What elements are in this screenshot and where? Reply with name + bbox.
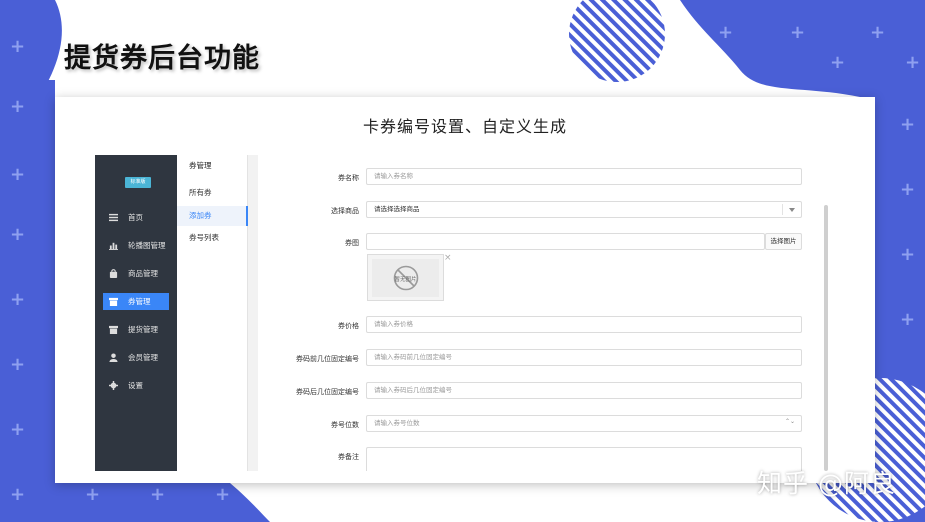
screenshot-card: 卡券编号设置、自定义生成 标准版 首页 轮播图管理 商品管理 券管理 提货管理 … bbox=[55, 97, 875, 483]
sidebar-item-pickup[interactable]: 提货管理 bbox=[103, 321, 169, 338]
svg-text:+: + bbox=[905, 52, 920, 73]
form-scrollbar[interactable] bbox=[824, 205, 828, 471]
sidebar-item-label: 设置 bbox=[128, 381, 143, 390]
image-placeholder: 暂无图片 bbox=[372, 259, 439, 297]
svg-text:+: + bbox=[10, 96, 25, 117]
chart-icon bbox=[109, 242, 118, 250]
product-select-label: 选择商品 bbox=[331, 207, 359, 215]
code-suffix-label: 券码后几位固定编号 bbox=[296, 388, 359, 396]
svg-text:+: + bbox=[10, 419, 25, 440]
svg-text:+: + bbox=[10, 36, 25, 57]
svg-text:+: + bbox=[10, 289, 25, 310]
coupon-image-label: 券图 bbox=[345, 239, 359, 247]
svg-text:+: + bbox=[900, 244, 915, 265]
svg-text:+: + bbox=[900, 179, 915, 200]
subnav-item-add-coupon[interactable]: 添加券 bbox=[177, 206, 248, 226]
subnav-title: 券管理 bbox=[189, 161, 212, 170]
svg-text:+: + bbox=[830, 52, 845, 73]
sidebar-item-members[interactable]: 会员管理 bbox=[103, 349, 169, 366]
admin-app: 标准版 首页 轮播图管理 商品管理 券管理 提货管理 会员管理 设置 券管理 所… bbox=[95, 155, 830, 471]
svg-text:+: + bbox=[790, 22, 805, 43]
coupon-remark-textarea[interactable] bbox=[366, 447, 802, 471]
code-prefix-label: 券码前几位固定编号 bbox=[296, 355, 359, 363]
select-separator bbox=[782, 204, 783, 215]
product-select[interactable]: 请选择选择商品 bbox=[366, 201, 802, 218]
coupon-name-input[interactable]: 请输入券名称 bbox=[366, 168, 802, 185]
gear-icon bbox=[109, 381, 118, 390]
sidebar-item-label: 首页 bbox=[128, 213, 143, 222]
subnav-item-coupon-codes[interactable]: 券号列表 bbox=[177, 228, 248, 248]
user-icon bbox=[109, 353, 118, 362]
number-stepper-icon[interactable]: ⌃⌄ bbox=[785, 419, 795, 425]
svg-text:+: + bbox=[900, 309, 915, 330]
no-image-text: 暂无图片 bbox=[394, 277, 417, 283]
code-suffix-input[interactable]: 请输入券码后几位固定编号 bbox=[366, 382, 802, 399]
sidebar-item-coupons[interactable]: 券管理 bbox=[103, 293, 169, 310]
sidebar-item-label: 轮播图管理 bbox=[128, 241, 166, 250]
content-gutter bbox=[248, 155, 258, 471]
bag-icon bbox=[109, 269, 118, 278]
svg-text:+: + bbox=[215, 484, 230, 505]
coupon-price-label: 券价格 bbox=[338, 322, 359, 330]
close-icon[interactable]: × bbox=[444, 254, 452, 263]
subnav-item-all-coupons[interactable]: 所有券 bbox=[177, 183, 248, 203]
svg-text:+: + bbox=[150, 484, 165, 505]
sidebar-item-label: 券管理 bbox=[128, 297, 151, 306]
coupon-name-label: 券名称 bbox=[338, 174, 359, 182]
add-coupon-form: 券名称 请输入券名称 选择商品 请选择选择商品 券图 选择图片 暂无图片 × 券… bbox=[258, 155, 830, 471]
image-preview: 暂无图片 bbox=[367, 254, 444, 301]
sidebar-item-label: 提货管理 bbox=[128, 325, 158, 334]
code-digits-input[interactable]: 请输入券号位数 ⌃⌄ bbox=[366, 415, 802, 432]
card-title: 卡券编号设置、自定义生成 bbox=[362, 117, 567, 136]
svg-text:+: + bbox=[900, 114, 915, 135]
code-digits-label: 券号位数 bbox=[331, 421, 359, 429]
svg-text:+: + bbox=[85, 484, 100, 505]
slide-title: 提货券后台功能 bbox=[64, 43, 260, 74]
box-icon bbox=[109, 325, 118, 334]
box-icon bbox=[109, 297, 118, 306]
sidebar-item-label: 商品管理 bbox=[128, 269, 158, 278]
watermark-text: 知乎 @阿良 bbox=[757, 469, 896, 498]
coupon-image-path-input[interactable] bbox=[366, 233, 765, 250]
sidebar-item-products[interactable]: 商品管理 bbox=[103, 265, 169, 282]
product-select-value: 请选择选择商品 bbox=[374, 205, 420, 213]
sidebar-item-home[interactable]: 首页 bbox=[103, 209, 169, 226]
code-prefix-input[interactable]: 请输入券码前几位固定编号 bbox=[366, 349, 802, 366]
sidebar-item-label: 会员管理 bbox=[128, 353, 158, 362]
svg-text:+: + bbox=[870, 22, 885, 43]
coupon-remark-label: 券备注 bbox=[338, 453, 359, 461]
svg-text:+: + bbox=[10, 164, 25, 185]
svg-text:+: + bbox=[718, 22, 733, 43]
svg-text:+: + bbox=[10, 484, 25, 505]
choose-image-button[interactable]: 选择图片 bbox=[765, 233, 802, 250]
sub-navigation: 券管理 所有券 添加券 券号列表 bbox=[177, 155, 248, 471]
edition-badge: 标准版 bbox=[125, 177, 151, 188]
svg-text:+: + bbox=[10, 354, 25, 375]
code-digits-placeholder: 请输入券号位数 bbox=[374, 419, 420, 427]
sidebar-item-settings[interactable]: 设置 bbox=[103, 377, 169, 394]
chevron-down-icon bbox=[789, 208, 795, 212]
svg-text:+: + bbox=[10, 224, 25, 245]
list-icon bbox=[109, 213, 118, 222]
coupon-price-input[interactable]: 请输入券价格 bbox=[366, 316, 802, 333]
sidebar: 标准版 首页 轮播图管理 商品管理 券管理 提货管理 会员管理 设置 bbox=[95, 155, 177, 471]
sidebar-item-banners[interactable]: 轮播图管理 bbox=[103, 237, 169, 254]
